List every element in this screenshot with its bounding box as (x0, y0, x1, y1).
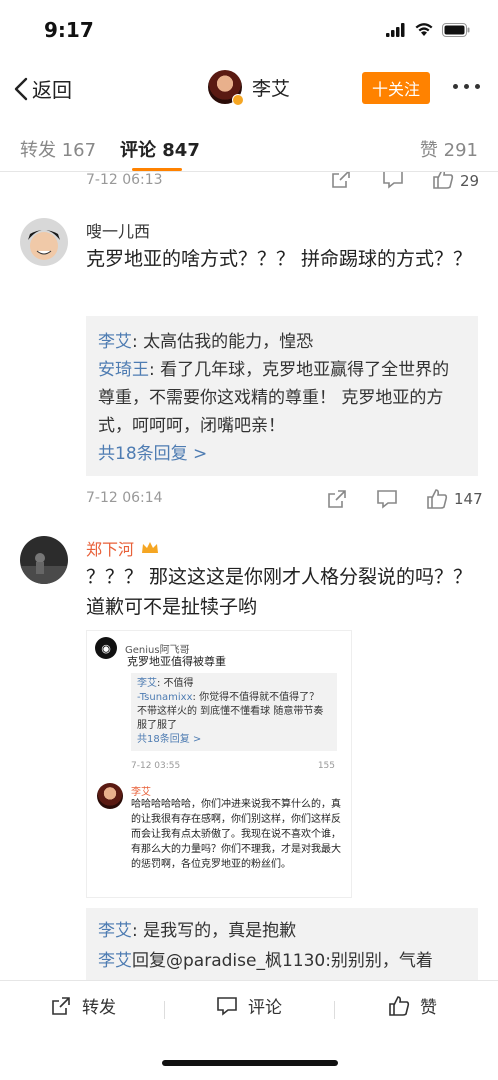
repost-label: 转发 (82, 998, 116, 1018)
reply-user[interactable]: 李艾 (98, 332, 132, 352)
status-time: 9:17 (44, 18, 94, 42)
comment-label: 评论 (248, 998, 282, 1018)
shot-reply-user: -Tsunamixx (137, 692, 193, 703)
shot-more-replies: 共18条回复 > (137, 734, 202, 745)
like-count: 29 (460, 172, 480, 190)
like-icon (389, 995, 410, 1016)
reply-text: : 看了几年球，克罗地亚赢得了全世界的尊重，不需要你这戏精的尊重！ 克罗地亚的方… (98, 360, 450, 436)
nav-user[interactable]: 李艾 (208, 70, 291, 106)
comment-time: 7-12 06:13 (86, 172, 163, 188)
like-icon[interactable] (432, 172, 454, 190)
shot-body: 哈哈哈哈哈哈，你们冲进来说我不算什么的，真的让我很有存在感啊，你们别这样，你们这… (131, 799, 341, 870)
status-icons (386, 22, 470, 37)
follow-button[interactable]: 十关注 (362, 72, 430, 104)
share-icon[interactable] (326, 488, 348, 510)
crown-badge-icon (142, 542, 159, 553)
comment-button[interactable]: 评论 (216, 993, 282, 1018)
reply-box[interactable]: 李艾: 是我写的，真是抱歉 李艾回复@paradise_枫1130:别别别，气着 (86, 908, 478, 980)
like-count: 147 (454, 490, 483, 508)
tab-likes[interactable]: 赞 291 (420, 136, 478, 162)
like-button[interactable]: 赞 (388, 993, 437, 1018)
comment-time: 7-12 06:14 (86, 490, 163, 506)
shot-like-count: 155 (317, 761, 335, 771)
shot-user: 李艾 (131, 787, 151, 798)
tab-active-indicator (132, 168, 182, 171)
tab-comments[interactable]: 评论 847 (120, 136, 200, 162)
comment-text: ？？？ 那这这这是你刚才人格分裂说的吗？？ 道歉可不是扯犊子哟 (86, 566, 473, 618)
comment-icon[interactable] (382, 172, 404, 190)
avatar (97, 783, 123, 809)
chevron-left-icon (14, 77, 28, 100)
reply-user[interactable]: 李艾 (98, 921, 132, 941)
repost-button[interactable]: 转发 (50, 993, 116, 1018)
shot-title: 克罗地亚值得被尊重 (127, 655, 226, 668)
shot-meta: 7-12 03:55 155 (131, 761, 341, 771)
logo-icon: ◉ (95, 637, 117, 659)
divider (334, 1001, 335, 1019)
reply-text: : 太高估我的能力，惶恐 (132, 332, 314, 352)
reply-user[interactable]: 李艾 (98, 951, 132, 971)
comment-icon (217, 996, 237, 1016)
comment-user: 郑下河 (86, 540, 135, 559)
avatar (208, 70, 244, 106)
battery-icon (442, 22, 470, 37)
shot-reply-text: : 不值得 (157, 678, 194, 689)
share-icon (52, 996, 70, 1015)
comment-icon[interactable] (376, 488, 398, 510)
more-replies-link[interactable]: 共18条回复 > (98, 440, 466, 468)
avatar[interactable] (20, 218, 68, 266)
signal-icon (386, 22, 405, 37)
home-indicator[interactable] (162, 1060, 338, 1066)
tab-repost[interactable]: 转发 167 (20, 136, 96, 162)
wifi-icon (415, 23, 433, 36)
reply-text: : 是我写的，真是抱歉 (132, 921, 297, 941)
reply-line: 李艾: 太高估我的能力，惶恐 (98, 328, 466, 356)
reply-text: 回复@paradise_枫1130:别别别，气着 (132, 951, 433, 971)
nav-bar: 返回 李艾 十关注 (0, 62, 498, 116)
verified-badge-icon (232, 94, 244, 106)
back-button[interactable]: 返回 (14, 74, 72, 103)
back-label: 返回 (32, 78, 72, 102)
shot-reply-box: 李艾: 不值得 -Tsunamixx: 你觉得不值得就不值得了？ 不带这样火的 … (131, 673, 337, 751)
reply-user[interactable]: 安琦王 (98, 360, 149, 380)
comment-text: 克罗地亚的啥方式？？？ 拼命踢球的方式？？ (86, 248, 473, 270)
user-name: 李艾 (252, 77, 291, 100)
comment-image[interactable]: ◉ Genius阿飞哥 克罗地亚值得被尊重 李艾: 不值得 -Tsunamixx… (86, 630, 352, 898)
like-label: 赞 (420, 998, 437, 1018)
bottom-toolbar: 转发 评论 赞 (0, 980, 498, 1036)
prev-comment-meta: 7-12 06:13 29 (0, 172, 498, 194)
reply-line: 李艾: 是我写的，真是抱歉 (98, 916, 466, 946)
like-icon[interactable] (426, 488, 448, 510)
status-bar: 9:17 (0, 0, 498, 62)
divider (164, 1001, 165, 1019)
comment-user[interactable]: 嗖一儿西 (86, 218, 150, 242)
shot-time: 7-12 03:55 (131, 761, 181, 771)
reply-line: 安琦王: 看了几年球，克罗地亚赢得了全世界的尊重，不需要你这戏精的尊重！ 克罗地… (98, 356, 466, 440)
reply-box[interactable]: 李艾: 太高估我的能力，惶恐 安琦王: 看了几年球，克罗地亚赢得了全世界的尊重，… (86, 316, 478, 476)
tab-bar: 转发 167 评论 847 赞 291 (0, 126, 498, 172)
shot-reply-user: 李艾 (137, 678, 157, 689)
share-icon[interactable] (330, 172, 352, 190)
more-icon[interactable] (453, 84, 480, 89)
avatar[interactable] (20, 536, 68, 584)
comment-user-row[interactable]: 郑下河 (86, 536, 160, 560)
reply-line: 李艾回复@paradise_枫1130:别别别，气着 (98, 946, 466, 976)
